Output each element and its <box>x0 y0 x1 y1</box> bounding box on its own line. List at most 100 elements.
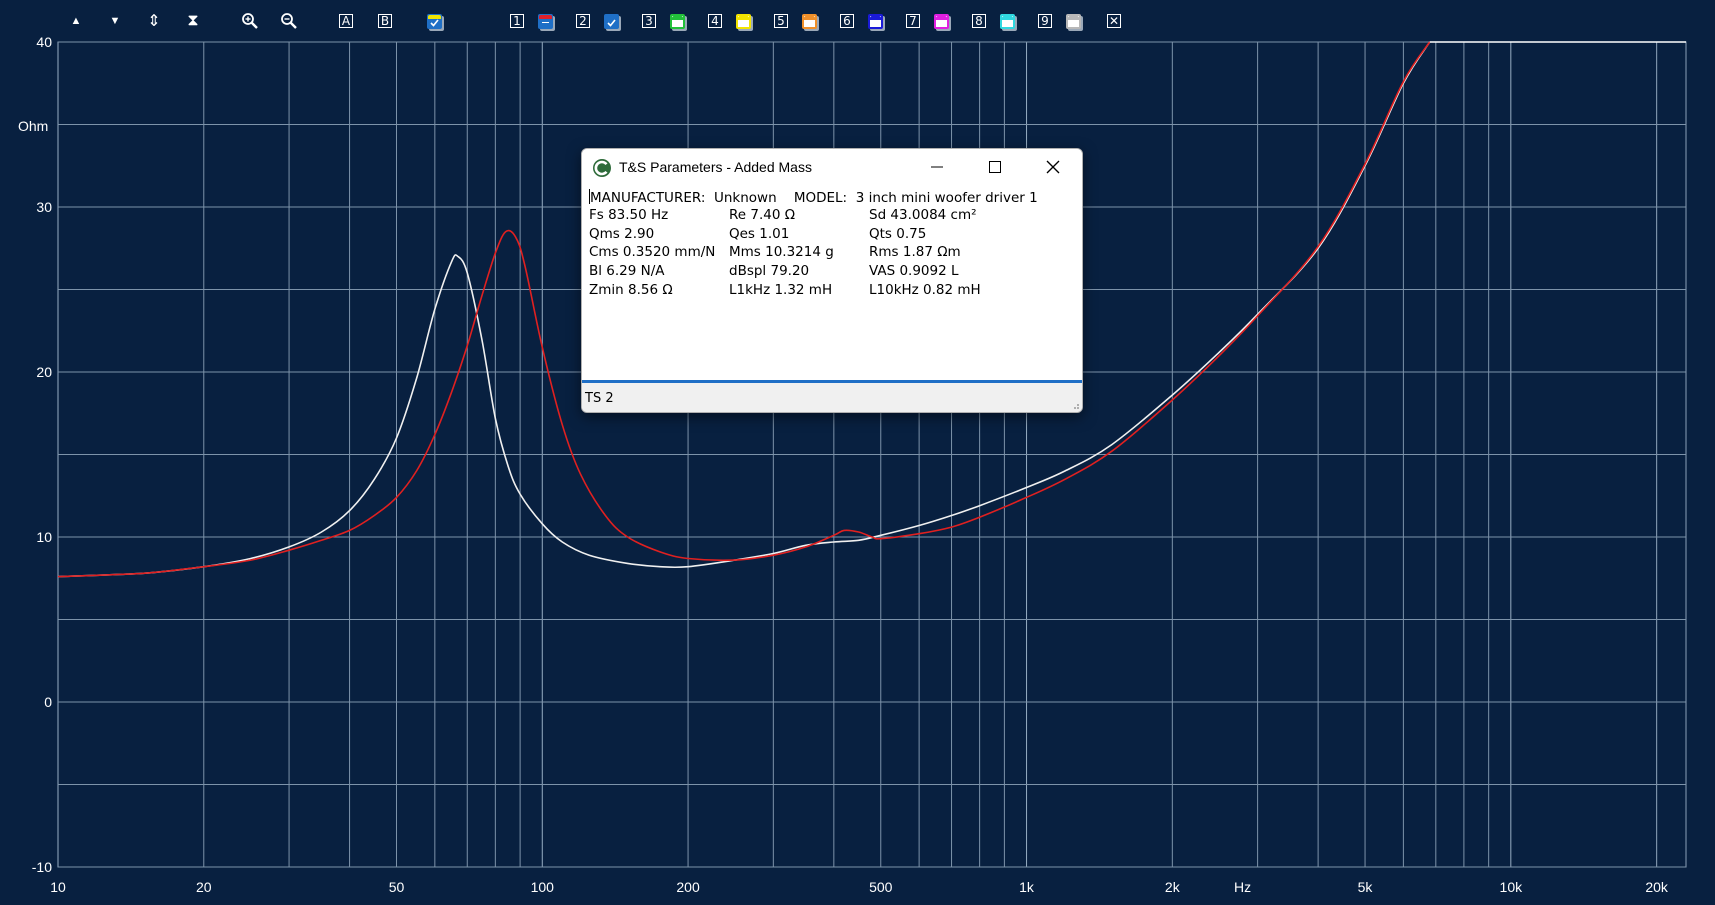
trace-7-swatch-icon <box>933 13 949 29</box>
toolbar: ▲ ▼ ⇕ ⧗ A B 1 2 3 4 5 6 7 8 9 ✕ <box>0 0 1715 42</box>
zoom-out-icon <box>281 13 297 29</box>
minimize-icon <box>931 166 943 168</box>
parameter-value: L10kHz 0.82 mH <box>869 281 981 298</box>
trace-3-color-button[interactable] <box>667 11 687 31</box>
move-down-icon: ▼ <box>109 15 121 27</box>
trace-3-swatch-icon <box>669 13 685 29</box>
maximize-icon <box>989 161 1001 173</box>
x-tick-label: 10k <box>1500 879 1524 895</box>
close-icon <box>1046 160 1060 174</box>
overlay-toggle-button[interactable] <box>424 11 444 31</box>
trace-1-color-button[interactable] <box>535 11 555 31</box>
parameter-value: Bl 6.29 N/A <box>589 263 665 280</box>
x-tick-label: 2k <box>1165 879 1181 895</box>
trace-1-select-button[interactable]: 1 <box>507 11 527 31</box>
zoom-in-button[interactable] <box>240 11 260 31</box>
trace-5-select-button[interactable]: 5 <box>771 11 791 31</box>
x-tick-labels: 10 20 50 100 200 500 1k 2k 5k 10k 20k <box>50 879 1669 895</box>
trace-6-color-button[interactable] <box>865 11 885 31</box>
y-tick-label: 20 <box>36 364 52 380</box>
trace-6-label: 6 <box>840 14 854 28</box>
trace-2-select-button[interactable]: 2 <box>573 11 593 31</box>
x-axis-label: Hz <box>1234 879 1251 895</box>
trace-7-select-button[interactable]: 7 <box>903 11 923 31</box>
trace-8-select-button[interactable]: 8 <box>969 11 989 31</box>
parameter-value: Rms 1.87 Ωm <box>869 244 961 261</box>
impedance-analyzer-window: 10 20 50 100 200 500 1k 2k 5k 10k 20k 40 30 20 10 0 -10… <box>0 0 1715 905</box>
cursor-b-label: B <box>378 14 392 28</box>
x-tick-label: 20k <box>1645 879 1669 895</box>
parameter-value: Re 7.40 Ω <box>729 207 796 223</box>
trace-4-color-button[interactable] <box>733 11 753 31</box>
x-tick-label: 200 <box>676 879 700 895</box>
expand-vertical-icon: ⇕ <box>147 13 161 30</box>
parameter-value: L1kHz 1.32 mH <box>729 281 833 298</box>
trace-4-select-button[interactable]: 4 <box>705 11 725 31</box>
impedance-chart[interactable]: 10 20 50 100 200 500 1k 2k 5k 10k 20k 403020100-10… <box>0 0 1715 905</box>
zoom-in-icon <box>242 13 258 29</box>
trace-2-swatch-icon <box>603 13 619 29</box>
manufacturer-model-line: MANUFACTURER: Unknown MODEL: 3 inch mini… <box>589 189 1038 206</box>
x-tick-label: 5k <box>1358 879 1374 895</box>
cursor-a-button[interactable]: A <box>336 11 356 31</box>
parameter-value: Cms 0.3520 mm/N <box>589 244 716 261</box>
y-tick-labels: 403020100-10 <box>32 34 52 875</box>
model-value: 3 inch mini woofer driver 1 <box>855 190 1038 206</box>
trace-3-select-button[interactable]: 3 <box>639 11 659 31</box>
trace-8-label: 8 <box>972 14 986 28</box>
trace-5-label: 5 <box>774 14 788 28</box>
parameters-text-area[interactable]: MANUFACTURER: Unknown MODEL: 3 inch mini… <box>582 185 1082 363</box>
close-button[interactable] <box>1024 151 1082 183</box>
clear-all-traces-button[interactable]: ✕ <box>1104 11 1124 31</box>
parameter-value: dBspl 79.20 <box>729 263 810 280</box>
trace-9-select-button[interactable]: 9 <box>1035 11 1055 31</box>
move-down-button[interactable]: ▼ <box>105 11 125 31</box>
parameter-value: Qts 0.75 <box>869 225 927 242</box>
trace-8-color-button[interactable] <box>997 11 1017 31</box>
manufacturer-value: Unknown <box>713 190 777 206</box>
parameter-value: Qes 1.01 <box>729 225 790 242</box>
trace-6-select-button[interactable]: 6 <box>837 11 857 31</box>
manufacturer-label: MANUFACTURER: <box>590 190 706 206</box>
ts-parameters-dialog[interactable]: T&S Parameters - Added Mass MANUFACTURER… <box>581 148 1083 413</box>
y-tick-label: 10 <box>36 529 52 545</box>
trace-9-color-button[interactable] <box>1063 11 1083 31</box>
cursor-b-button[interactable]: B <box>375 11 395 31</box>
trace-1-swatch-icon <box>537 13 553 29</box>
trace-4-swatch-icon <box>735 13 751 29</box>
trace-5-color-button[interactable] <box>799 11 819 31</box>
resize-grip-icon[interactable] <box>1070 400 1080 410</box>
compress-vertical-button[interactable]: ⧗ <box>183 11 203 31</box>
y-tick-label: 0 <box>44 694 52 710</box>
dialog-titlebar[interactable]: T&S Parameters - Added Mass <box>582 149 1082 185</box>
trace-9-swatch-icon <box>1065 13 1081 29</box>
x-tick-label: 500 <box>869 879 893 895</box>
trace-6-swatch-icon <box>867 13 883 29</box>
move-up-button[interactable]: ▲ <box>66 11 86 31</box>
minimize-button[interactable] <box>908 151 966 183</box>
trace-2-color-button[interactable] <box>601 11 621 31</box>
dialog-title: T&S Parameters - Added Mass <box>619 159 812 175</box>
status-text: TS 2 <box>585 391 614 406</box>
y-tick-label: -10 <box>32 859 52 875</box>
x-tick-label: 100 <box>531 879 555 895</box>
trace-7-color-button[interactable] <box>931 11 951 31</box>
parameter-value: Qms 2.90 <box>589 225 655 242</box>
trace-4-label: 4 <box>708 14 722 28</box>
cursor-a-label: A <box>339 14 353 28</box>
x-tick-label: 1k <box>1019 879 1035 895</box>
app-logo-icon <box>593 159 611 177</box>
status-bar: TS 2 <box>582 383 1082 412</box>
parameter-value: Fs 83.50 Hz <box>589 207 669 223</box>
zoom-out-button[interactable] <box>279 11 299 31</box>
parameter-value: Mms 10.3214 g <box>729 244 834 261</box>
trace-9-label: 9 <box>1038 14 1052 28</box>
model-label: MODEL: <box>793 190 848 206</box>
move-up-icon: ▲ <box>70 15 82 27</box>
x-tick-label: 10 <box>50 879 66 895</box>
expand-vertical-button[interactable]: ⇕ <box>144 11 164 31</box>
x-tick-label: 50 <box>389 879 405 895</box>
parameter-value: Zmin 8.56 Ω <box>589 281 673 298</box>
trace-3-label: 3 <box>642 14 656 28</box>
maximize-button[interactable] <box>966 151 1024 183</box>
